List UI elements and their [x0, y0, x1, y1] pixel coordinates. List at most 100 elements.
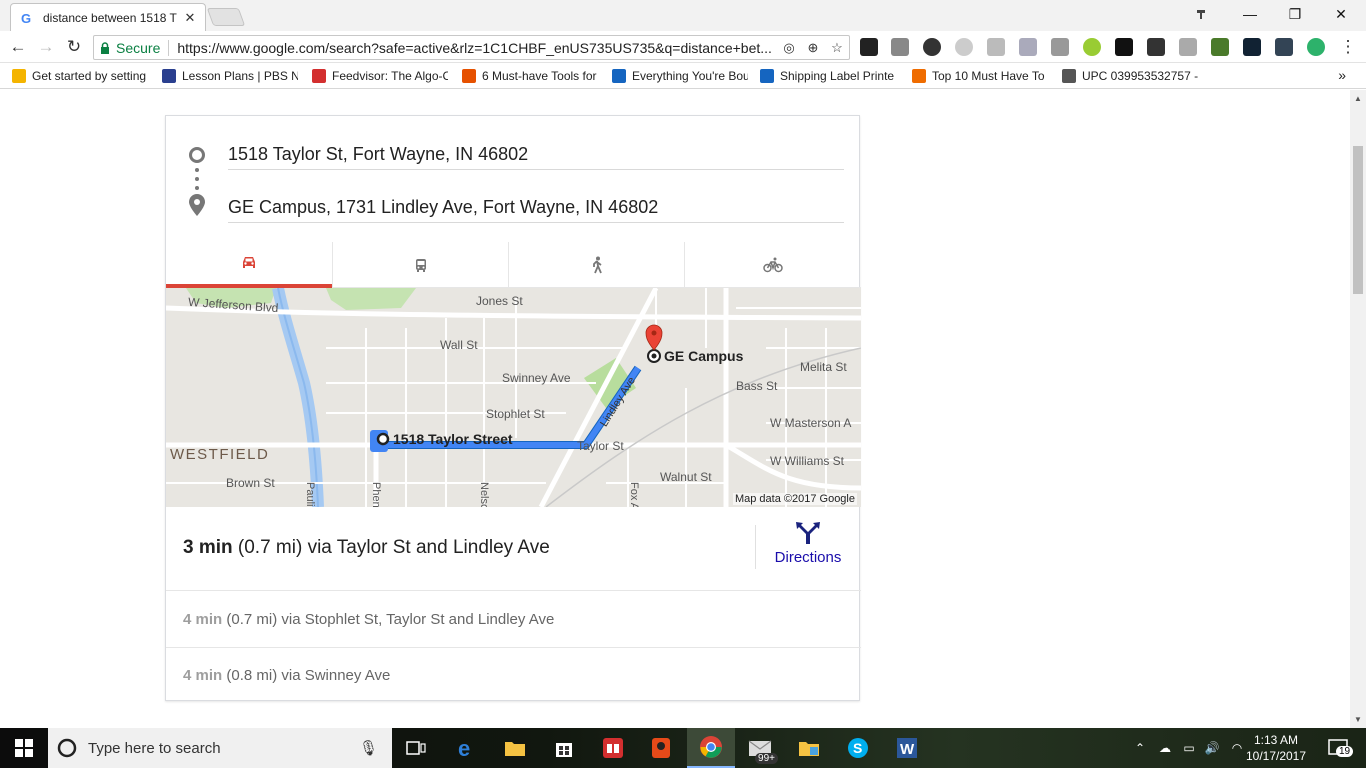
reload-button[interactable]: ↻	[62, 36, 86, 58]
bookmark-item[interactable]: Top 10 Must Have To	[912, 68, 1048, 84]
destination-input[interactable]: GE Campus, 1731 Lindley Ave, Fort Wayne,…	[228, 196, 844, 223]
task-view-icon[interactable]	[392, 728, 440, 768]
bookmark-star-icon[interactable]: ☆	[825, 40, 849, 56]
bookmark-item[interactable]: Shipping Label Printe	[760, 68, 900, 84]
origin-input[interactable]: 1518 Taylor St, Fort Wayne, IN 46802	[228, 143, 844, 170]
battery-icon[interactable]: ▭	[1178, 728, 1200, 768]
bookmark-favicon-icon	[462, 69, 476, 83]
svg-text:e: e	[458, 737, 470, 759]
zoom-icon[interactable]: ⊕	[801, 40, 825, 56]
taskbar-search-box[interactable]: Type here to search 🎙	[48, 728, 392, 768]
windows-logo-icon	[15, 739, 33, 757]
street-label-swinney: Swinney Ave	[502, 371, 571, 385]
extension-icon-4[interactable]	[955, 38, 973, 56]
maximize-button[interactable]: ❐	[1272, 0, 1318, 28]
extension-icon-1[interactable]	[860, 38, 878, 56]
extension-icon-7[interactable]	[1051, 38, 1069, 56]
street-label-brown: Brown St	[226, 476, 275, 490]
extension-icon-10[interactable]	[1147, 38, 1165, 56]
more-bookmarks-icon[interactable]: »	[1338, 67, 1346, 83]
street-label-jones: Jones St	[476, 294, 523, 308]
extension-icon-2[interactable]	[891, 38, 909, 56]
forward-button[interactable]: →	[34, 36, 58, 58]
street-label-williams: W Williams St	[770, 454, 844, 468]
start-button[interactable]	[0, 728, 48, 768]
bookmark-item[interactable]: 6 Must-have Tools for	[462, 68, 598, 84]
scrollbar-thumb[interactable]	[1353, 146, 1363, 294]
extension-icon-12[interactable]	[1211, 38, 1229, 56]
alternate-route[interactable]: 4 min (0.8 mi) via Swinney Ave	[166, 648, 861, 704]
word-icon[interactable]: W	[883, 728, 931, 768]
alternate-route[interactable]: 4 min (0.7 mi) via Stophlet St, Taylor S…	[166, 592, 861, 648]
minimize-button[interactable]: —	[1227, 0, 1273, 28]
bookmark-item[interactable]: Feedvisor: The Algo-C	[312, 68, 448, 84]
close-window-button[interactable]: ✕	[1318, 0, 1364, 28]
chrome-taskbar-icon[interactable]	[687, 728, 735, 768]
bookmark-item[interactable]: Lesson Plans | PBS Ne	[162, 68, 298, 84]
alternate-route-summary: 4 min (0.7 mi) via Stophlet St, Taylor S…	[183, 611, 554, 628]
map-canvas	[166, 288, 861, 507]
show-hidden-icons[interactable]: ⌃	[1130, 728, 1150, 768]
chrome-menu-icon[interactable]: ⋮	[1336, 36, 1360, 58]
scroll-up-icon[interactable]: ▲	[1354, 94, 1362, 103]
scroll-down-icon[interactable]: ▼	[1354, 715, 1362, 724]
extension-icon-13[interactable]	[1243, 38, 1261, 56]
url-text[interactable]: https://www.google.com/search?safe=activ…	[177, 40, 777, 56]
bookmark-label: Lesson Plans | PBS Ne	[182, 69, 298, 83]
bookmark-label: 6 Must-have Tools for	[482, 69, 597, 83]
file-explorer-icon[interactable]	[491, 728, 539, 768]
bookmark-label: Shipping Label Printe	[780, 69, 895, 83]
system-clock[interactable]: 1:13 AM 10/17/2017	[1244, 732, 1308, 764]
destination-pin-icon	[189, 194, 205, 216]
store-icon[interactable]	[540, 728, 588, 768]
microphone-icon[interactable]: 🎙	[359, 739, 378, 757]
browser-tab[interactable]: G distance between 1518 T ✕	[10, 3, 206, 31]
folder-icon[interactable]	[785, 728, 833, 768]
alternate-route-summary: 4 min (0.8 mi) via Swinney Ave	[183, 667, 390, 684]
reader-app-icon[interactable]	[589, 728, 637, 768]
bookmark-item[interactable]: UPC 039953532757 -	[1062, 68, 1202, 84]
action-center-icon[interactable]: 19	[1318, 728, 1358, 768]
driving-tab[interactable]	[166, 242, 332, 288]
extension-icon-3[interactable]	[923, 38, 941, 56]
new-tab-button[interactable]	[206, 8, 246, 26]
alternate-route-time: 4 min	[183, 611, 223, 628]
primary-route[interactable]: 3 min (0.7 mi) via Taylor St and Lindley…	[166, 507, 861, 591]
location-icon[interactable]: ◎	[777, 40, 801, 56]
extension-icon-8[interactable]	[1083, 38, 1101, 56]
chrome-account-icon[interactable]	[1178, 0, 1224, 28]
extension-icon-15[interactable]	[1307, 38, 1325, 56]
destination-map-label: GE Campus	[664, 348, 744, 364]
page-scrollbar[interactable]: ▲ ▼	[1350, 90, 1366, 728]
app-icon-red[interactable]	[637, 728, 685, 768]
route-map[interactable]: W Jefferson Blvd Jones St Wall St Swinne…	[166, 288, 861, 507]
bookmark-item[interactable]: Get started by setting	[12, 68, 148, 84]
extension-icon-6[interactable]	[1019, 38, 1037, 56]
extension-icon-5[interactable]	[987, 38, 1005, 56]
directions-card: 1518 Taylor St, Fort Wayne, IN 46802 GE …	[165, 115, 861, 704]
walking-tab[interactable]	[509, 242, 684, 288]
skype-icon[interactable]: S	[834, 728, 882, 768]
bookmark-favicon-icon	[1062, 69, 1076, 83]
bookmarks-bar: Get started by setting Lesson Plans | PB…	[0, 63, 1366, 89]
mail-icon[interactable]: 99+	[736, 728, 784, 768]
cycling-tab[interactable]	[685, 242, 861, 288]
close-tab-icon[interactable]: ✕	[183, 10, 197, 26]
edge-browser-icon[interactable]: e	[443, 728, 491, 768]
amazon-extension-icon[interactable]	[1115, 38, 1133, 56]
back-button[interactable]: ←	[6, 36, 30, 58]
directions-button[interactable]: Directions	[766, 521, 850, 571]
clock-time: 1:13 AM	[1253, 733, 1299, 747]
extension-icon-11[interactable]	[1179, 38, 1197, 56]
windows-taskbar: Type here to search 🎙 e 99+ S W ⌃ ☁ ▭ 🔊 …	[0, 728, 1366, 768]
clock-date: 10/17/2017	[1245, 749, 1307, 763]
address-bar[interactable]: Secure https://www.google.com/search?saf…	[93, 35, 850, 60]
route-dots-icon	[195, 168, 199, 190]
bookmark-item[interactable]: Everything You're Bou	[612, 68, 748, 84]
transit-tab[interactable]	[333, 242, 508, 288]
transit-icon	[415, 259, 426, 272]
volume-icon[interactable]: 🔊	[1201, 728, 1223, 768]
onedrive-icon[interactable]: ☁	[1154, 728, 1176, 768]
mail-badge: 99+	[755, 753, 778, 764]
extension-icon-14[interactable]	[1275, 38, 1293, 56]
